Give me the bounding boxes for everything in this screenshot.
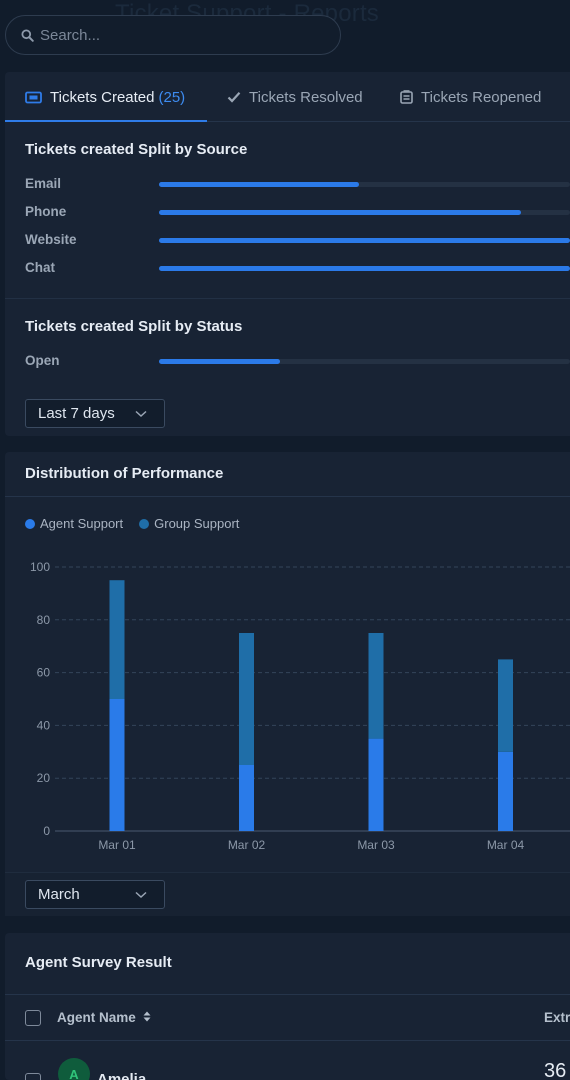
- section-divider: [5, 298, 570, 299]
- bar-label: Phone: [25, 204, 67, 219]
- month-select[interactable]: March: [25, 880, 165, 909]
- source-row-website: Website: [25, 232, 570, 248]
- chevron-down-icon: [135, 410, 147, 418]
- source-split-title: Tickets created Split by Source: [25, 141, 248, 158]
- tab-tickets-resolved[interactable]: Tickets Resolved: [227, 72, 363, 122]
- search-input[interactable]: [40, 26, 320, 44]
- chevron-down-icon: [135, 891, 147, 899]
- bar-fill: [159, 182, 360, 187]
- bar-label: Open: [25, 353, 60, 368]
- survey-table-header: Agent Name Extr: [5, 995, 570, 1041]
- tickets-card: Tickets Created (25) Tickets Resolved Ti…: [5, 72, 570, 436]
- survey-header: Agent Survey Result: [5, 933, 570, 995]
- bar-track: [159, 266, 570, 271]
- bar-segment: [239, 765, 254, 831]
- bar-segment: [239, 633, 254, 765]
- bar-fill: [159, 210, 522, 215]
- performance-title: Distribution of Performance: [25, 465, 224, 482]
- legend-item-group-support[interactable]: Group Support: [139, 516, 239, 531]
- y-tick-label: 100: [30, 560, 50, 574]
- period-select-value: Last 7 days: [38, 405, 115, 422]
- tab-tickets-created[interactable]: Tickets Created (25): [25, 72, 185, 122]
- bar-fill: [159, 238, 570, 243]
- y-tick-label: 60: [37, 666, 51, 680]
- month-select-value: March: [38, 886, 80, 903]
- bar-segment: [498, 751, 513, 831]
- x-tick-label: Mar 01: [98, 838, 136, 852]
- y-tick-label: 40: [37, 718, 51, 732]
- source-row-email: Email: [25, 176, 570, 192]
- column-extra[interactable]: Extr: [544, 1010, 570, 1025]
- sort-icon[interactable]: [143, 1011, 151, 1022]
- legend-label: Agent Support: [40, 516, 124, 531]
- status-split-title: Tickets created Split by Status: [25, 318, 243, 335]
- column-label: Agent Name: [57, 1010, 136, 1025]
- inbox-icon: [400, 90, 413, 104]
- y-tick-label: 20: [37, 771, 51, 785]
- bar-fill: [159, 359, 280, 364]
- bar-segment: [498, 659, 513, 752]
- search-icon: [21, 28, 34, 42]
- bar-track: [159, 238, 570, 243]
- tab-label: Tickets Created: [50, 88, 155, 106]
- y-tick-label: 80: [37, 613, 51, 627]
- bar-track: [159, 182, 570, 187]
- check-icon: [227, 92, 241, 103]
- bar-fill: [159, 266, 570, 271]
- bar-segment: [368, 633, 384, 739]
- column-agent-name[interactable]: Agent Name: [57, 1010, 151, 1025]
- performance-header: Distribution of Performance: [5, 452, 570, 497]
- survey-card: Agent Survey Result Agent Name Extr A Am…: [5, 933, 570, 1080]
- legend-swatch: [25, 518, 35, 529]
- period-select[interactable]: Last 7 days: [25, 399, 165, 428]
- source-row-chat: Chat: [25, 260, 570, 276]
- tab-label: Tickets Resolved: [249, 88, 363, 106]
- source-row-phone: Phone: [25, 204, 570, 220]
- tab-label: Tickets Reopened: [421, 88, 542, 106]
- status-row-open: Open: [25, 353, 570, 369]
- x-tick-label: Mar 02: [228, 838, 266, 852]
- tab-tickets-reopened[interactable]: Tickets Reopened: [400, 72, 541, 122]
- survey-value: 36: [544, 1060, 567, 1080]
- x-tick-label: Mar 03: [357, 838, 395, 852]
- bar-label: Email: [25, 176, 62, 191]
- tab-count-badge: (25): [158, 88, 186, 106]
- bar-label: Website: [25, 232, 77, 247]
- chart-legend: Agent Support Group Support: [25, 516, 255, 531]
- bar-segment: [368, 738, 384, 831]
- chart-footer: March: [5, 872, 570, 916]
- performance-card: Distribution of Performance Agent Suppor…: [5, 452, 570, 916]
- active-tab-indicator: [5, 120, 207, 122]
- bar-track: [159, 210, 570, 215]
- x-tick-label: Mar 04: [487, 838, 525, 852]
- agent-name[interactable]: Amelia: [97, 1071, 146, 1080]
- row-checkbox[interactable]: [25, 1073, 41, 1080]
- avatar: A: [58, 1058, 90, 1080]
- legend-item-agent-support[interactable]: Agent Support: [25, 516, 123, 531]
- legend-swatch: [139, 518, 150, 529]
- select-all-checkbox[interactable]: [25, 1010, 41, 1026]
- bar-segment: [109, 580, 125, 699]
- performance-bar-chart: 0 20 40 60 80 100 Mar 01 Mar 02 Mar 03 Mar 04: [30, 560, 570, 852]
- bar-segment: [109, 699, 125, 831]
- ticket-icon: [25, 91, 42, 103]
- bar-track: [159, 359, 570, 364]
- search-bar[interactable]: [5, 15, 341, 55]
- survey-title: Agent Survey Result: [25, 954, 172, 971]
- bar-label: Chat: [25, 260, 55, 275]
- y-tick-label: 0: [43, 824, 50, 838]
- legend-label: Group Support: [154, 516, 240, 531]
- tickets-tabs: Tickets Created (25) Tickets Resolved Ti…: [5, 72, 570, 122]
